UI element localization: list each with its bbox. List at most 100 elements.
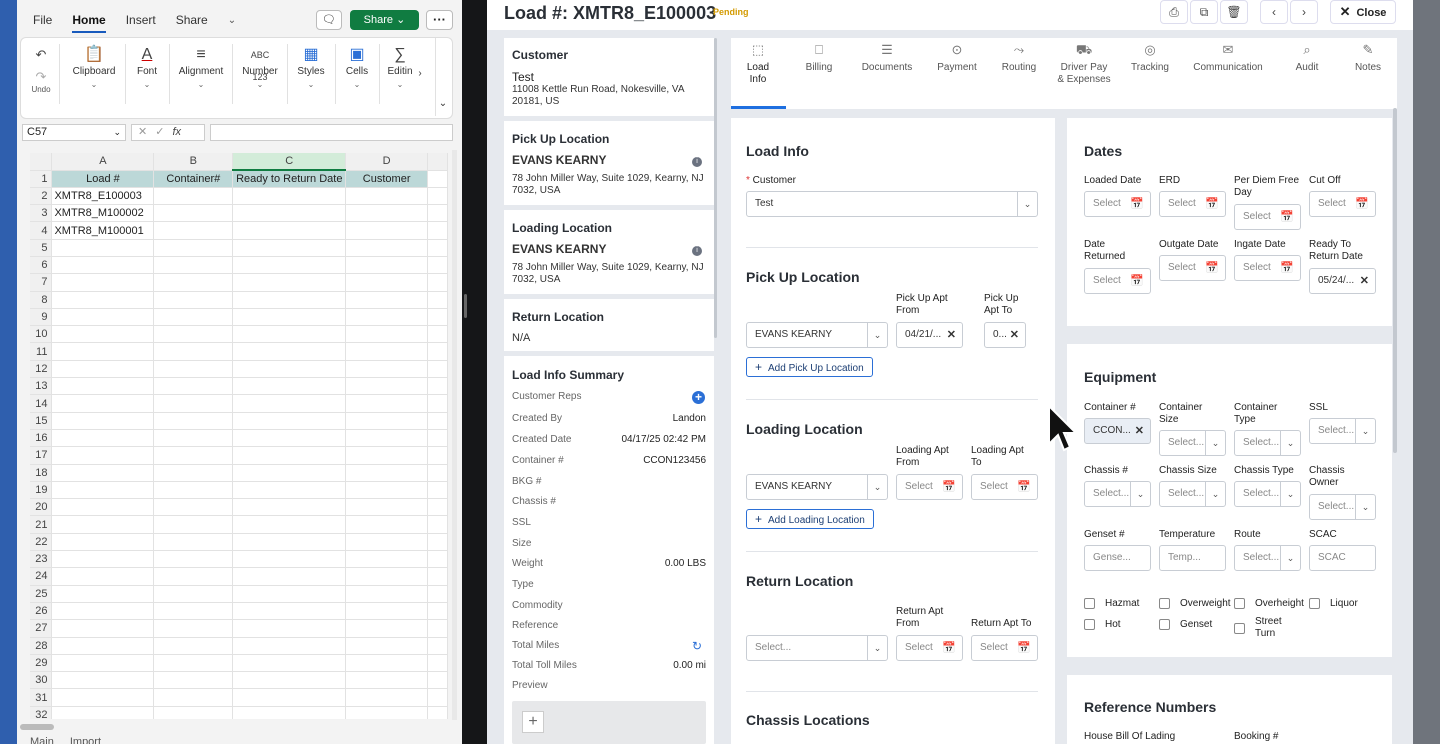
cell[interactable] xyxy=(153,429,234,448)
menu-share[interactable]: Share xyxy=(176,13,208,27)
horizontal-scrollbar[interactable] xyxy=(20,724,54,730)
cell[interactable] xyxy=(153,360,234,379)
row-header[interactable]: 16 xyxy=(30,429,53,448)
cell[interactable] xyxy=(427,325,448,344)
row-header[interactable]: 26 xyxy=(30,602,53,621)
return-location-select[interactable]: Select... ⌄ xyxy=(746,635,888,661)
name-box[interactable]: C57 ⌄ xyxy=(22,124,126,141)
tab-routing[interactable]: ⤳ Routing xyxy=(996,43,1042,74)
cell[interactable] xyxy=(232,481,347,500)
overheight-checkbox[interactable] xyxy=(1234,598,1245,609)
cell[interactable] xyxy=(427,585,448,603)
row-header[interactable]: 12 xyxy=(30,360,53,379)
temperature-input[interactable]: Temp... xyxy=(1159,545,1226,571)
ready-return-input[interactable]: 05/24/... ✕ xyxy=(1309,268,1376,294)
cell[interactable] xyxy=(153,308,234,327)
editing-group[interactable]: ∑ Editin ⌄ xyxy=(385,44,415,89)
cell[interactable] xyxy=(232,256,347,275)
tab-audit[interactable]: ⌕ Audit xyxy=(1288,43,1326,74)
cell[interactable] xyxy=(232,706,347,719)
cell[interactable] xyxy=(427,394,448,413)
cell[interactable] xyxy=(345,706,429,719)
cell[interactable] xyxy=(427,377,448,396)
cell[interactable] xyxy=(232,308,347,327)
row-header[interactable]: 18 xyxy=(30,464,53,482)
cell[interactable]: Load # xyxy=(51,170,155,188)
cell[interactable] xyxy=(232,394,347,413)
cell[interactable] xyxy=(153,533,234,552)
cell[interactable]: Customer xyxy=(345,170,429,188)
cell[interactable] xyxy=(232,273,347,292)
cell[interactable] xyxy=(153,325,234,344)
cell[interactable] xyxy=(51,498,155,517)
cell[interactable] xyxy=(51,446,155,465)
cell[interactable] xyxy=(427,464,448,482)
print-icon[interactable]: ⎙ xyxy=(1160,0,1188,24)
clear-icon[interactable]: ✕ xyxy=(947,323,956,347)
column-header-b[interactable]: B xyxy=(153,153,234,171)
cell[interactable] xyxy=(427,688,448,707)
menu-file[interactable]: File xyxy=(33,13,52,27)
info-icon[interactable]: i xyxy=(692,157,702,167)
row-header[interactable]: 2 xyxy=(30,187,53,206)
column-header-c[interactable]: C xyxy=(232,153,347,171)
row-header[interactable]: 6 xyxy=(30,256,53,275)
column-header-d[interactable]: D xyxy=(345,153,429,171)
delete-icon[interactable]: 🗑 xyxy=(1220,0,1248,24)
cell[interactable] xyxy=(153,342,234,361)
close-button[interactable]: ✕ Close xyxy=(1330,0,1396,24)
share-button[interactable]: Share ⌄ xyxy=(350,10,419,30)
customer-select[interactable]: Test ⌄ xyxy=(746,191,1038,217)
comment-icon[interactable]: 🗨 xyxy=(316,10,342,30)
per-diem-input[interactable]: Select 📅 xyxy=(1234,204,1301,230)
cell[interactable] xyxy=(153,550,234,569)
sheet-table[interactable]: A B C D 1 Load # Container# Ready to Return Dat… xyxy=(30,153,448,719)
cell[interactable] xyxy=(232,412,347,430)
tab-tracking[interactable]: ◎ Tracking xyxy=(1124,43,1176,74)
chassis-no-select[interactable]: Select... ⌄ xyxy=(1084,481,1151,507)
menu-home[interactable]: Home xyxy=(72,13,107,33)
window-divider[interactable] xyxy=(462,0,487,744)
font-group[interactable]: A Font ⌄ xyxy=(131,44,163,89)
cell[interactable] xyxy=(51,481,155,500)
cell[interactable] xyxy=(153,187,234,206)
cell[interactable] xyxy=(51,585,155,603)
pickup-apt-from-input[interactable]: 04/21/... ✕ xyxy=(896,322,963,348)
spreadsheet-grid[interactable]: A B C D 1 Load # Container# Ready to Return Dat… xyxy=(30,153,448,719)
row-header[interactable]: 21 xyxy=(30,515,53,534)
chevron-down-icon[interactable]: ⌄ xyxy=(228,15,236,26)
cell[interactable] xyxy=(153,637,234,655)
clear-icon[interactable]: ✕ xyxy=(1010,323,1019,347)
cell[interactable] xyxy=(427,515,448,534)
tab-payment[interactable]: ⊙ Payment xyxy=(930,43,984,74)
cell[interactable] xyxy=(153,619,234,638)
cell[interactable] xyxy=(232,377,347,396)
cell[interactable] xyxy=(51,308,155,327)
clear-icon[interactable]: ✕ xyxy=(1135,419,1144,443)
chassis-owner-select[interactable]: Select... ⌄ xyxy=(1309,494,1376,520)
cell[interactable] xyxy=(345,273,429,292)
styles-group[interactable]: ▦ Styles ⌄ xyxy=(293,44,329,89)
cell[interactable] xyxy=(232,204,347,223)
route-select[interactable]: Select... ⌄ xyxy=(1234,545,1301,571)
cell[interactable] xyxy=(232,515,347,534)
row-header[interactable]: 7 xyxy=(30,273,53,292)
scac-input[interactable]: SCAC xyxy=(1309,545,1376,571)
row-header[interactable]: 17 xyxy=(30,446,53,465)
row-header[interactable]: 4 xyxy=(30,221,53,240)
copy-icon[interactable]: ⧉ xyxy=(1190,0,1218,24)
more-options-icon[interactable]: ··· xyxy=(426,10,453,30)
chassis-size-select[interactable]: Select... ⌄ xyxy=(1159,481,1226,507)
cell[interactable] xyxy=(427,342,448,361)
cell[interactable] xyxy=(345,550,429,569)
cell[interactable] xyxy=(345,325,429,344)
cell[interactable] xyxy=(153,585,234,603)
tab-billing[interactable]: ⎕ Billing xyxy=(800,43,838,74)
cell[interactable] xyxy=(345,308,429,327)
cell[interactable] xyxy=(427,429,448,448)
cell[interactable] xyxy=(345,602,429,621)
cell[interactable] xyxy=(153,602,234,621)
cell[interactable] xyxy=(427,498,448,517)
liquor-checkbox[interactable] xyxy=(1309,598,1320,609)
cell[interactable] xyxy=(345,342,429,361)
